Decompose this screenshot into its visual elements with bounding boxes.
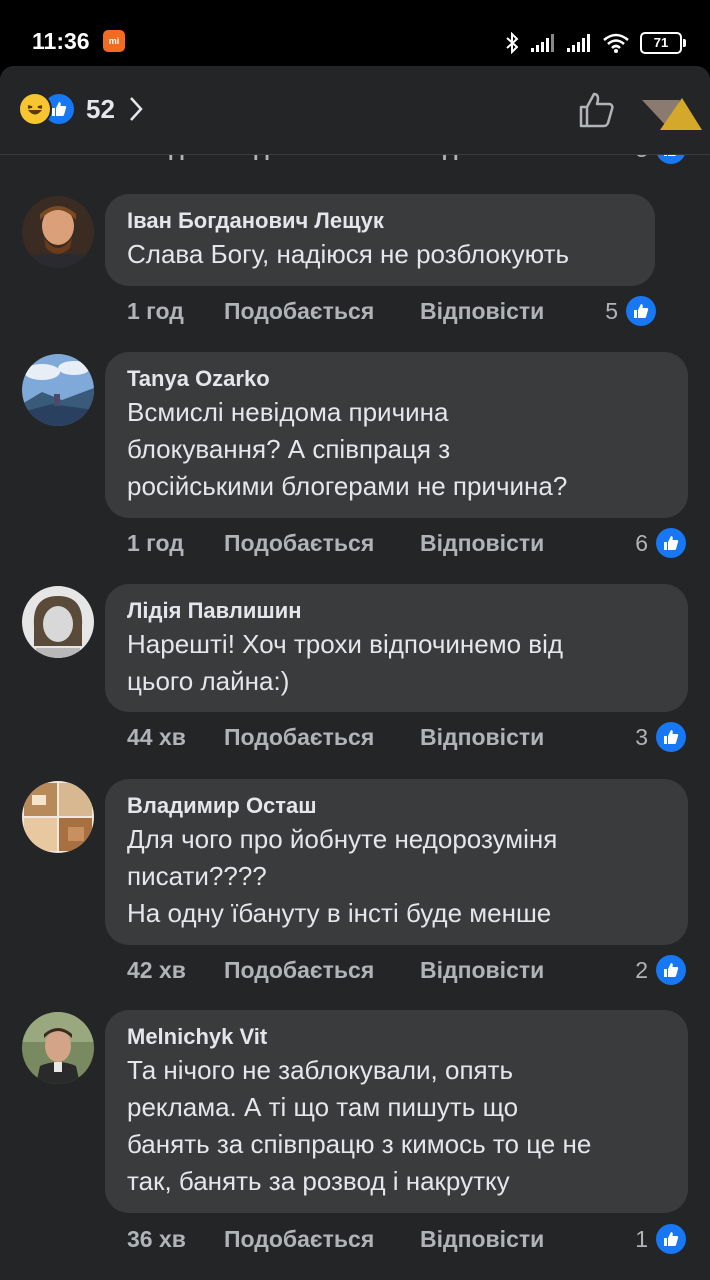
like-icon <box>626 296 656 326</box>
avatar[interactable] <box>22 586 94 658</box>
comment-actions: 1 год Подобається Відповісти <box>127 298 544 325</box>
comment-time[interactable]: 42 хв <box>127 957 224 984</box>
comment-likes[interactable]: 5 <box>605 296 656 326</box>
comment-text: Для чого про йобнуте недорозуміня писати… <box>127 824 558 928</box>
comment-text: Та нічого не заблокували, опять реклама.… <box>127 1055 592 1196</box>
battery-indicator: 71 <box>640 32 686 54</box>
reactions-summary[interactable]: 52 <box>18 92 143 126</box>
comment-likes[interactable]: 2 <box>635 955 686 985</box>
comments-sheet: 52 1 год Подобається Відповісти 3 <box>0 66 710 1280</box>
mi-app-icon: mi <box>103 30 125 52</box>
comment-author[interactable]: Melnichyk Vit <box>127 1022 666 1052</box>
chevron-right-icon <box>129 97 143 121</box>
reply-button[interactable]: Відповісти <box>420 1226 544 1253</box>
comment-author[interactable]: Tanya Ozarko <box>127 364 666 394</box>
comment-actions: 36 хв Подобається Відповісти <box>127 1226 544 1253</box>
status-icons: 71 <box>504 30 686 56</box>
like-icon <box>656 528 686 558</box>
like-count: 3 <box>635 723 648 750</box>
comment-bubble[interactable]: Іван Богданович Лещук Слава Богу, надіюс… <box>105 194 655 286</box>
comment-bubble[interactable]: Tanya Ozarko Всмислі невідома причина бл… <box>105 352 688 518</box>
like-count: 6 <box>635 529 648 556</box>
avatar[interactable] <box>22 781 94 853</box>
comment-time[interactable]: 1 год <box>127 530 224 557</box>
comment-bubble[interactable]: Владимир Осташ Для чого про йобнуте недо… <box>105 779 688 945</box>
reply-button[interactable]: Відповісти <box>420 530 544 557</box>
wifi-icon <box>603 33 629 53</box>
comment-likes[interactable]: 1 <box>635 1224 686 1254</box>
like-count: 1 <box>635 1225 648 1252</box>
like-button[interactable]: Подобається <box>224 957 420 984</box>
status-time: 11:36 <box>32 28 90 54</box>
reactions-header: 52 <box>0 66 710 155</box>
comment-time[interactable]: 1 год <box>127 298 224 325</box>
like-button[interactable]: Подобається <box>224 1226 420 1253</box>
reply-button[interactable]: Відповісти <box>420 298 544 325</box>
avatar[interactable] <box>22 354 94 426</box>
signal-icon-2 <box>567 34 590 52</box>
like-icon <box>656 1224 686 1254</box>
comment-author[interactable]: Владимир Осташ <box>127 791 666 821</box>
avatar[interactable] <box>22 196 94 268</box>
like-button[interactable]: Подобається <box>224 530 420 557</box>
comment-actions: 1 год Подобається Відповісти <box>127 530 544 557</box>
comment-actions: 44 хв Подобається Відповісти <box>127 724 544 751</box>
avatar[interactable] <box>22 1012 94 1084</box>
comment-author[interactable]: Іван Богданович Лещук <box>127 206 633 236</box>
haha-reaction-icon <box>18 92 52 126</box>
comment-text: Слава Богу, надіюся не розблокують <box>127 239 570 269</box>
page-thumbnail <box>642 98 702 130</box>
reply-button[interactable]: Відповісти <box>420 957 544 984</box>
status-bar: 11:36 mi 71 <box>0 0 710 66</box>
like-button[interactable]: Подобається <box>224 298 420 325</box>
comment-likes[interactable]: 3 <box>635 722 686 752</box>
comment-time[interactable]: 36 хв <box>127 1226 224 1253</box>
thumbs-up-icon[interactable] <box>576 90 616 130</box>
like-icon <box>656 955 686 985</box>
comment-time[interactable]: 44 хв <box>127 724 224 751</box>
comment-author[interactable]: Лідія Павлишин <box>127 596 666 626</box>
reply-button[interactable]: Відповісти <box>420 724 544 751</box>
comment-text: Всмислі невідома причина блокування? А с… <box>127 397 568 501</box>
bluetooth-icon <box>506 32 519 54</box>
comment-bubble[interactable]: Лідія Павлишин Нарешті! Хоч трохи відпоч… <box>105 584 688 712</box>
comment-actions: 42 хв Подобається Відповісти <box>127 957 544 984</box>
like-count: 5 <box>605 297 618 324</box>
comment-bubble[interactable]: Melnichyk Vit Та нічого не заблокували, … <box>105 1010 688 1213</box>
comment-likes[interactable]: 6 <box>635 528 686 558</box>
comment-text: Нарешті! Хоч трохи відпочинемо від цього… <box>127 629 564 696</box>
signal-icon-1 <box>531 34 554 52</box>
like-count: 2 <box>635 956 648 983</box>
like-icon <box>656 722 686 752</box>
reaction-count: 52 <box>86 93 115 124</box>
like-button[interactable]: Подобається <box>224 724 420 751</box>
